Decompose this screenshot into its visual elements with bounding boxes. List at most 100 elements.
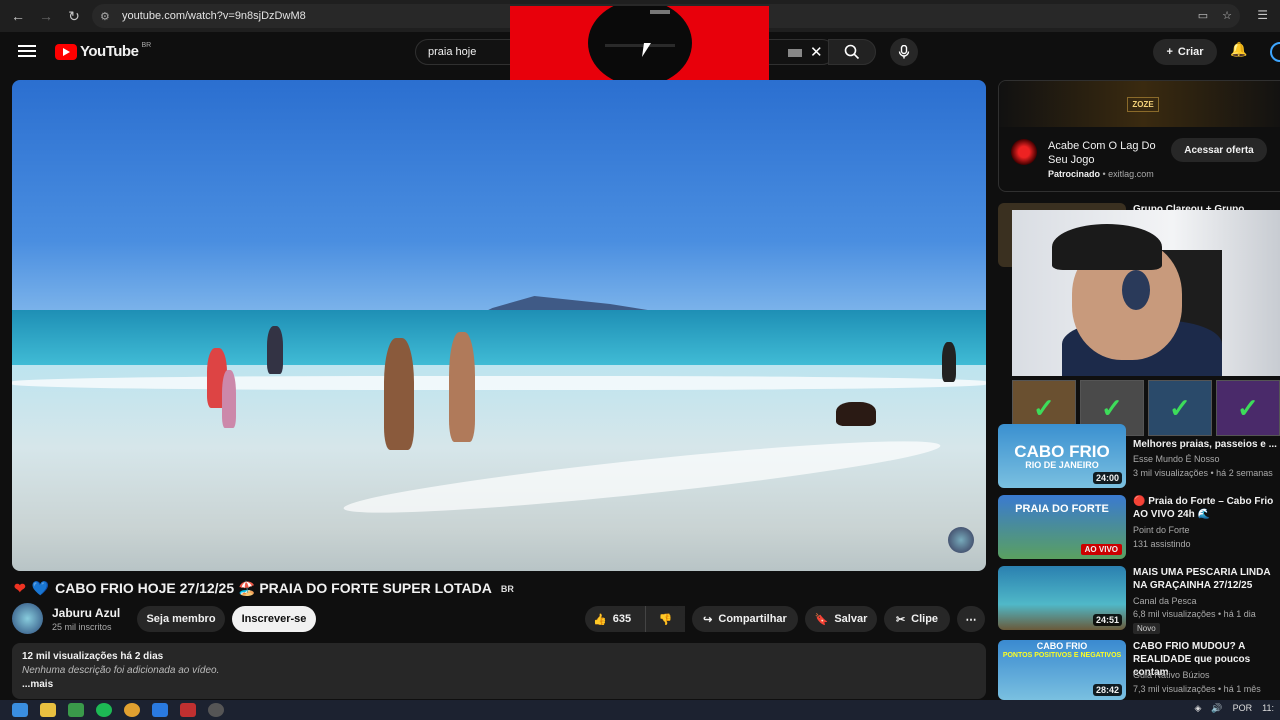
microphone-icon — [898, 45, 910, 59]
recommended-video[interactable]: 24:51 MAIS UMA PESCARIA LINDA NA GRAÇAIN… — [998, 566, 1280, 634]
create-label: Criar — [1177, 46, 1204, 58]
create-button[interactable]: + Criar — [1153, 39, 1217, 65]
scissors-icon: ✂ — [895, 613, 906, 626]
ad-meta: Patrocinado • exitlag.com — [1048, 169, 1154, 179]
like-count: 635 — [612, 613, 632, 625]
recommended-channel[interactable]: Esse Mundo É Nosso — [1133, 454, 1220, 464]
cast-icon[interactable]: ▭ — [1198, 9, 1208, 22]
ad-cta-button[interactable]: Acessar oferta — [1171, 138, 1267, 162]
video-title-text: CABO FRIO HOJE 27/12/25 🏖️ PRAIA DO FORT… — [55, 580, 492, 596]
language-indicator[interactable]: POR — [1233, 703, 1253, 714]
video-duration: 24:00 — [1092, 472, 1122, 484]
clip-label: Clipe — [911, 613, 939, 625]
youtube-play-icon — [55, 43, 77, 60]
plus-icon: + — [1166, 46, 1173, 58]
video-thumbnail[interactable]: PRAIA DO FORTE AO VIVO — [998, 495, 1126, 559]
description-box[interactable]: 12 mil visualizações há 2 dias Nenhuma d… — [12, 643, 986, 699]
more-dots-icon: ⋯ — [965, 613, 977, 626]
thumbnail-subtext: PONTOS POSITIVOS E NEGATIVOS — [1002, 652, 1122, 659]
recommended-title[interactable]: Melhores praias, passeios e ... — [1133, 438, 1280, 451]
video-player[interactable] — [12, 80, 986, 571]
system-tray: ◈ 🔊 POR 11: — [1195, 703, 1275, 714]
subscribe-button[interactable]: Inscrever-se — [232, 606, 316, 632]
share-label: Compartilhar — [718, 613, 787, 625]
share-icon: ↪ — [703, 613, 713, 626]
video-duration: 28:42 — [1092, 684, 1122, 696]
stream-overlay-graphic — [510, 6, 769, 80]
channel-watermark[interactable] — [948, 527, 974, 553]
video-thumbnail[interactable]: CABO FRIO RIO DE JANEIRO 24:00 — [998, 424, 1126, 488]
show-more-link[interactable]: ...mais — [22, 679, 976, 690]
menu-icon[interactable] — [18, 42, 36, 62]
notifications-bell-icon[interactable]: 🔔 — [1230, 41, 1247, 58]
video-title: ❤ 💙 CABO FRIO HOJE 27/12/25 🏖️ PRAIA DO … — [14, 580, 514, 597]
extensions-icon[interactable]: ☰ — [1257, 8, 1268, 22]
thumbs-up-icon: 👍 — [593, 613, 607, 626]
thumbnail-text: CABO FRIO — [1014, 442, 1110, 461]
voice-search-button[interactable] — [890, 38, 918, 66]
logo-text: YouTube — [80, 43, 139, 60]
title-flag: BR — [500, 583, 514, 594]
ad-banner-text: ZOZE — [1127, 96, 1159, 112]
recommended-meta: 7,3 mil visualizações • há 1 mês — [1133, 684, 1261, 694]
file-explorer-icon[interactable] — [40, 703, 56, 717]
live-badge: AO VIVO — [1080, 544, 1122, 555]
recommended-title[interactable]: MAIS UMA PESCARIA LINDA NA GRAÇAINHA 27/… — [1133, 566, 1280, 592]
recommended-channel[interactable]: Guia Nativo Búzios — [1133, 670, 1210, 680]
bookmark-icon: 🔖 — [814, 613, 829, 626]
channel-avatar[interactable] — [12, 603, 43, 634]
search-icon — [844, 44, 860, 60]
sponsored-ad-card[interactable]: ZOZE Acabe Com O Lag Do Seu Jogo Patroci… — [998, 80, 1280, 192]
recommended-video[interactable]: PRAIA DO FORTE AO VIVO 🔴 Praia do Forte … — [998, 495, 1280, 561]
share-button[interactable]: ↪ Compartilhar — [692, 606, 798, 632]
xbox-icon[interactable] — [68, 703, 84, 717]
thumbnail-text: PRAIA DO FORTE — [1015, 503, 1109, 515]
ad-title[interactable]: Acabe Com O Lag Do Seu Jogo — [1048, 139, 1168, 167]
new-badge: Novo — [1133, 623, 1160, 634]
thumbnail-subtext: RIO DE JANEIRO — [1025, 460, 1099, 470]
app-icon[interactable] — [180, 703, 196, 717]
spotify-icon[interactable] — [96, 703, 112, 717]
recommended-video[interactable]: CABO FRIO PONTOS POSITIVOS E NEGATIVOS 2… — [998, 640, 1280, 700]
dislike-button[interactable]: 👎 — [645, 606, 685, 632]
video-thumbnail[interactable]: CABO FRIO PONTOS POSITIVOS E NEGATIVOS 2… — [998, 640, 1126, 700]
save-button[interactable]: 🔖 Salvar — [805, 606, 877, 632]
volume-icon[interactable]: 🔊 — [1211, 703, 1222, 714]
forward-icon[interactable]: → — [32, 2, 60, 30]
youtube-logo[interactable]: YouTube BR — [55, 42, 151, 60]
bookmark-star-icon[interactable]: ☆ — [1222, 9, 1232, 22]
back-icon[interactable]: ← — [4, 2, 32, 30]
channel-name[interactable]: Jaburu Azul — [52, 606, 120, 620]
clip-button[interactable]: ✂ Clipe — [884, 606, 950, 632]
recommended-title[interactable]: 🔴 Praia do Forte – Cabo Frio AO VIVO 24h… — [1133, 495, 1280, 521]
save-label: Salvar — [834, 613, 868, 625]
views-and-date: 12 mil visualizações há 2 dias — [22, 651, 164, 662]
clear-search-icon[interactable]: ✕ — [810, 43, 823, 61]
chrome-icon[interactable] — [124, 703, 140, 717]
more-actions-button[interactable]: ⋯ — [957, 606, 985, 632]
streamer-webcam — [1012, 210, 1280, 376]
join-label: Seja membro — [146, 613, 216, 625]
network-icon[interactable]: ◈ — [1195, 703, 1202, 714]
recommended-channel[interactable]: Point do Forte — [1133, 525, 1190, 535]
sponsored-label: Patrocinado — [1048, 169, 1101, 179]
video-thumbnail[interactable]: 24:51 — [998, 566, 1126, 630]
keyboard-icon[interactable] — [788, 49, 802, 57]
windows-start-icon[interactable] — [12, 703, 28, 717]
recommended-video[interactable]: CABO FRIO RIO DE JANEIRO 24:00 Melhores … — [998, 424, 1280, 490]
obs-icon[interactable] — [208, 703, 224, 717]
recommended-meta: 131 assistindo — [1133, 539, 1191, 549]
reload-icon[interactable]: ↻ — [60, 2, 88, 30]
edge-icon[interactable] — [152, 703, 168, 717]
site-info-icon[interactable]: ⚙ — [100, 10, 116, 23]
clock[interactable]: 11: — [1262, 703, 1274, 714]
join-button[interactable]: Seja membro — [137, 606, 225, 632]
recommended-channel[interactable]: Canal da Pesca — [1133, 596, 1197, 606]
account-avatar[interactable] — [1270, 42, 1280, 62]
video-duration: 24:51 — [1092, 614, 1122, 626]
search-input[interactable]: praia hoje — [428, 46, 476, 58]
search-button[interactable] — [828, 39, 876, 65]
thumbnail-text: CABO FRIO — [1036, 641, 1088, 651]
ad-banner[interactable]: ZOZE — [999, 81, 1280, 127]
subscriber-count: 25 mil inscritos — [52, 622, 112, 632]
